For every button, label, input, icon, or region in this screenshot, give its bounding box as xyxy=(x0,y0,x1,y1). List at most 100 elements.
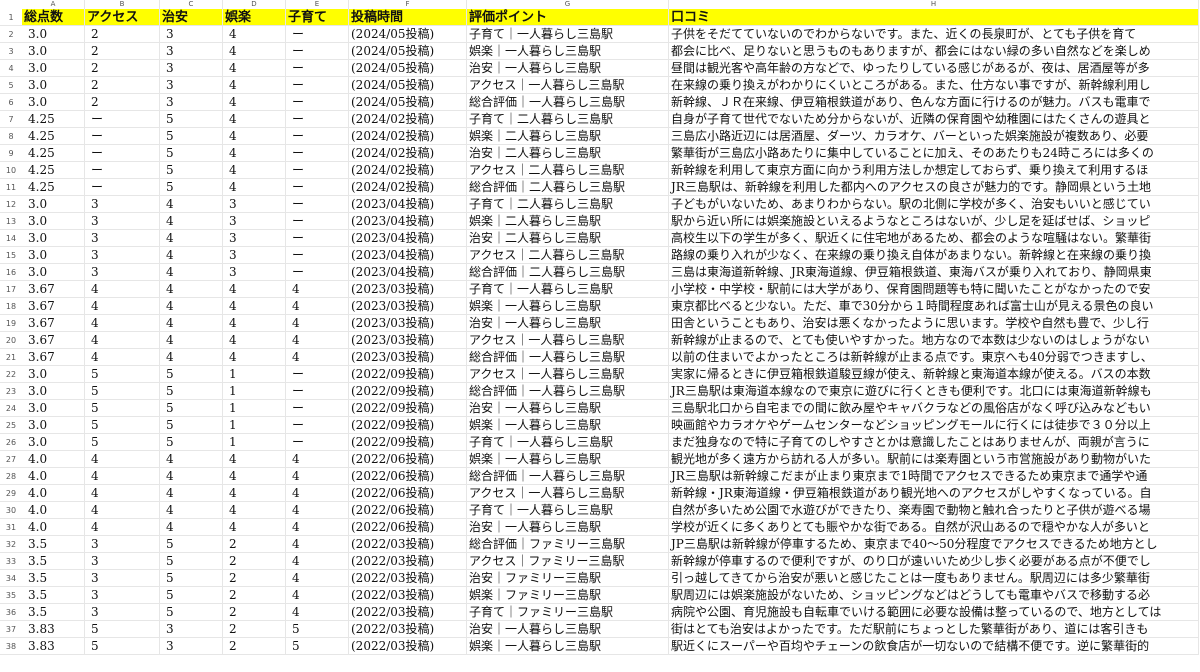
table-cell[interactable]: 2 xyxy=(85,26,160,43)
table-cell[interactable]: 3 xyxy=(160,77,223,94)
table-cell[interactable]: 4.0 xyxy=(22,502,85,519)
table-cell[interactable]: 3 xyxy=(85,553,160,570)
table-cell[interactable]: (2024/05投稿) xyxy=(349,26,467,43)
table-cell[interactable]: (2023/04投稿) xyxy=(349,247,467,264)
table-cell[interactable]: 2 xyxy=(223,587,286,604)
table-cell[interactable]: 3 xyxy=(85,196,160,213)
table-cell[interactable]: 娯楽｜一人暮らし三島駅 xyxy=(467,417,669,434)
table-cell[interactable]: 東京都比べると少ない。ただ、車で30分から１時間程度あれば富士山が見える景色の良… xyxy=(669,298,1199,315)
table-cell[interactable]: 5 xyxy=(160,587,223,604)
table-cell[interactable]: 娯楽｜一人暮らし三島駅 xyxy=(467,451,669,468)
table-cell[interactable]: 3.0 xyxy=(22,400,85,417)
table-cell[interactable]: 5 xyxy=(160,553,223,570)
table-cell[interactable]: 3.0 xyxy=(22,94,85,111)
table-cell[interactable]: 2 xyxy=(85,60,160,77)
table-cell[interactable]: 駅周辺には娯楽施設がないため、ショッピングなどはどうしても電車やバスで移動する必 xyxy=(669,587,1199,604)
table-cell[interactable]: 5 xyxy=(160,417,223,434)
table-cell[interactable]: 3.0 xyxy=(22,77,85,94)
table-cell[interactable]: ー xyxy=(85,145,160,162)
row-number[interactable]: 33 xyxy=(0,553,22,570)
column-header-F[interactable]: F xyxy=(349,0,467,9)
table-cell[interactable]: 4 xyxy=(223,43,286,60)
table-cell[interactable]: 3.0 xyxy=(22,26,85,43)
table-cell[interactable]: 3.5 xyxy=(22,604,85,621)
table-cell[interactable]: ー xyxy=(286,128,349,145)
table-cell[interactable]: 4 xyxy=(286,587,349,604)
table-cell[interactable]: ー xyxy=(85,179,160,196)
select-all-corner[interactable] xyxy=(0,0,22,9)
table-cell[interactable]: (2023/04投稿) xyxy=(349,264,467,281)
table-cell[interactable]: 子育て｜一人暮らし三島駅 xyxy=(467,26,669,43)
table-cell[interactable]: 4 xyxy=(286,315,349,332)
table-cell[interactable]: 田舎ということもあり、治安は悪くなかったように思います。学校や自然も豊で、少し行 xyxy=(669,315,1199,332)
table-cell[interactable]: 4 xyxy=(223,281,286,298)
table-cell[interactable]: ー xyxy=(286,366,349,383)
table-cell[interactable]: 子育て｜二人暮らし三島駅 xyxy=(467,196,669,213)
table-cell[interactable]: 4 xyxy=(286,502,349,519)
column-header-B[interactable]: B xyxy=(85,0,160,9)
table-cell[interactable]: 三島は東海道新幹線、JR東海道線、伊豆箱根鉄道、東海バスが乗り入れており、静岡県… xyxy=(669,264,1199,281)
table-cell[interactable]: 4 xyxy=(223,145,286,162)
table-cell[interactable]: 娯楽｜ファミリー三島駅 xyxy=(467,587,669,604)
table-cell[interactable]: JR三島駅は新幹線こだまが止まり東京まで1時間でアクセスできるため東京まで通学や… xyxy=(669,468,1199,485)
table-cell[interactable]: ー xyxy=(286,247,349,264)
table-cell[interactable]: 三島駅北口から自宅までの間に飲み屋やキャバクラなどの風俗店がなく呼び込みなどもい xyxy=(669,400,1199,417)
table-cell[interactable]: (2023/04投稿) xyxy=(349,230,467,247)
table-cell[interactable]: 4 xyxy=(160,332,223,349)
table-cell[interactable]: 3.0 xyxy=(22,434,85,451)
table-cell[interactable]: 4 xyxy=(286,536,349,553)
row-number[interactable]: 9 xyxy=(0,145,22,162)
table-cell[interactable]: 3 xyxy=(160,94,223,111)
table-cell[interactable]: 学校が近くに多くありとても賑やかな街である。自然が沢山あるので穏やかな人が多いと xyxy=(669,519,1199,536)
table-cell[interactable]: ー xyxy=(85,128,160,145)
header-cell[interactable]: 子育て xyxy=(286,9,349,26)
table-cell[interactable]: 治安｜一人暮らし三島駅 xyxy=(467,400,669,417)
row-number[interactable]: 29 xyxy=(0,485,22,502)
table-cell[interactable]: 3 xyxy=(223,247,286,264)
table-cell[interactable]: (2022/03投稿) xyxy=(349,638,467,655)
table-cell[interactable]: 4 xyxy=(160,230,223,247)
table-cell[interactable]: (2022/06投稿) xyxy=(349,485,467,502)
table-cell[interactable]: 3.0 xyxy=(22,43,85,60)
table-cell[interactable]: ー xyxy=(286,111,349,128)
table-cell[interactable]: 4 xyxy=(85,332,160,349)
table-cell[interactable]: 5 xyxy=(160,434,223,451)
table-cell[interactable]: 4.0 xyxy=(22,519,85,536)
table-cell[interactable]: JP三島駅は新幹線が停車するため、東京まで40～50分程度でアクセスできるため地… xyxy=(669,536,1199,553)
table-cell[interactable]: 3.67 xyxy=(22,315,85,332)
table-cell[interactable]: 2 xyxy=(223,570,286,587)
table-cell[interactable]: (2024/02投稿) xyxy=(349,111,467,128)
table-cell[interactable]: 総合評価｜一人暮らし三島駅 xyxy=(467,349,669,366)
table-cell[interactable]: 4.0 xyxy=(22,451,85,468)
table-cell[interactable]: 娯楽｜一人暮らし三島駅 xyxy=(467,638,669,655)
row-number[interactable]: 25 xyxy=(0,417,22,434)
table-cell[interactable]: ー xyxy=(286,213,349,230)
table-cell[interactable]: 繁華街が三島広小路あたりに集中していることに加え、そのあたりも24時ころには多く… xyxy=(669,145,1199,162)
table-cell[interactable]: 3 xyxy=(160,621,223,638)
table-cell[interactable]: 5 xyxy=(286,621,349,638)
table-cell[interactable]: 5 xyxy=(85,400,160,417)
table-cell[interactable]: 5 xyxy=(160,400,223,417)
table-cell[interactable]: 4 xyxy=(223,468,286,485)
table-cell[interactable]: 病院や公園、育児施設も自転車でいける範囲に必要な設備は整っているので、地方として… xyxy=(669,604,1199,621)
row-number[interactable]: 27 xyxy=(0,451,22,468)
table-cell[interactable]: 4 xyxy=(223,332,286,349)
table-cell[interactable]: 5 xyxy=(160,179,223,196)
column-header-G[interactable]: G xyxy=(467,0,669,9)
row-number[interactable]: 11 xyxy=(0,179,22,196)
table-cell[interactable]: 子供をそだてていないのでわからないです。また、近くの長泉町が、とても子供を育て xyxy=(669,26,1199,43)
table-cell[interactable]: ー xyxy=(286,145,349,162)
table-cell[interactable]: 4.25 xyxy=(22,128,85,145)
table-cell[interactable]: JR三島駅は東海道本線なので東京に遊びに行くときも便利です。北口には東海道新幹線… xyxy=(669,383,1199,400)
table-cell[interactable]: 5 xyxy=(160,111,223,128)
table-cell[interactable]: 5 xyxy=(85,638,160,655)
table-cell[interactable]: 4 xyxy=(85,349,160,366)
table-cell[interactable]: 3 xyxy=(85,213,160,230)
table-cell[interactable]: 5 xyxy=(160,536,223,553)
table-cell[interactable]: 3 xyxy=(85,264,160,281)
row-number[interactable]: 35 xyxy=(0,587,22,604)
table-cell[interactable]: 引っ越してきてから治安が悪いと感じたことは一度もありません。駅周辺には多少繁華街 xyxy=(669,570,1199,587)
table-cell[interactable]: 3 xyxy=(223,196,286,213)
table-cell[interactable]: 総合評価｜二人暮らし三島駅 xyxy=(467,179,669,196)
table-cell[interactable]: (2022/03投稿) xyxy=(349,587,467,604)
